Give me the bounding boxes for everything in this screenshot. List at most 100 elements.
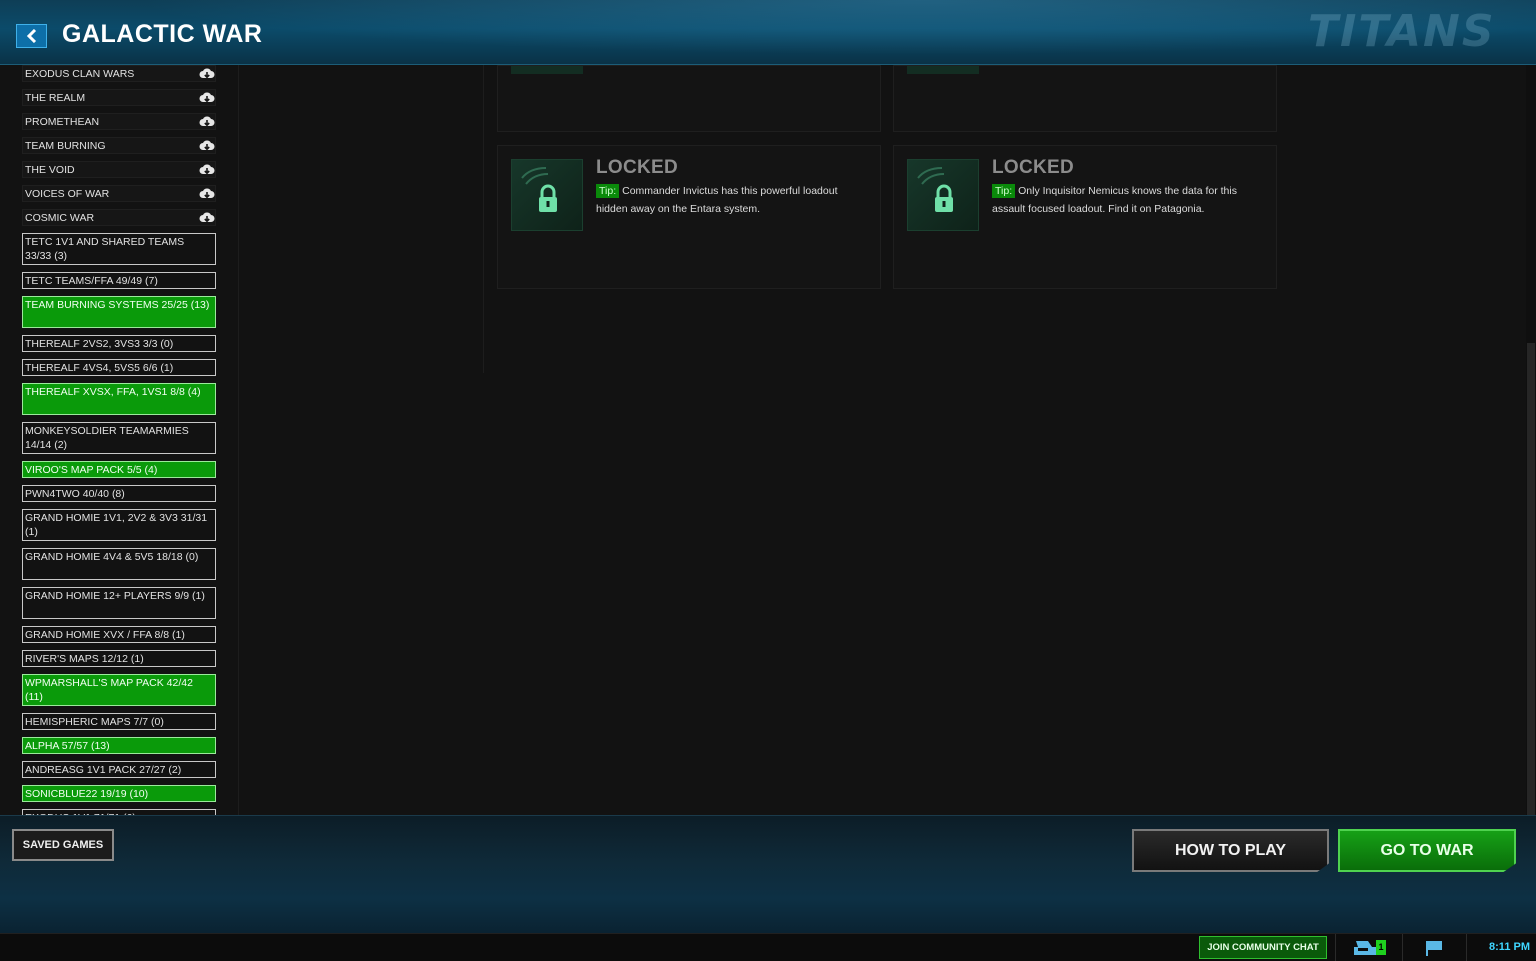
notification-count-badge: 1 [1376, 940, 1386, 955]
system-list-item[interactable]: GRAND HOMIE 4V4 & 5V5 18/18 (0) [22, 548, 216, 580]
tip-tag: Tip: [596, 184, 620, 198]
system-name-label: THEREALF 2VS2, 3VS3 3/3 (0) [25, 338, 174, 350]
taskbar-divider [1335, 934, 1336, 961]
system-name-label: EXODUS CLAN WARS [25, 68, 135, 80]
cloud-download-icon [199, 67, 215, 80]
system-list-item[interactable]: GRAND HOMIE XVX / FFA 8/8 (1) [22, 626, 216, 643]
page-title: GALACTIC WAR [62, 20, 263, 48]
padlock-icon [521, 167, 557, 212]
system-list-item[interactable]: VIROO'S MAP PACK 5/5 (4) [22, 461, 216, 478]
system-list-item[interactable]: PWN4TWO 40/40 (8) [22, 485, 216, 502]
system-list-item[interactable]: MONKEYSOLDIER TEAMARMIES 14/14 (2) [22, 422, 216, 454]
system-list-item[interactable]: ALPHA 57/57 (13) [22, 737, 216, 754]
system-name-label: RIVER'S MAPS 12/12 (1) [25, 653, 144, 665]
scrollbar-thumb[interactable] [1527, 343, 1535, 815]
system-name-label: VIROO'S MAP PACK 5/5 (4) [25, 464, 158, 476]
system-list: EXODUS CLAN WARS THE REALM PROMETHEAN TEAM … [22, 65, 216, 905]
system-name-label: THE VOID [25, 164, 75, 176]
system-name-label: ALPHA 57/57 (13) [25, 740, 110, 752]
system-name-label: PROMETHEAN [25, 116, 100, 128]
system-name-label: HEMISPHERIC MAPS 7/7 (0) [25, 716, 164, 728]
system-list-item[interactable]: PROMETHEAN [22, 113, 216, 130]
system-list-item[interactable]: ANDREASG 1V1 PACK 27/27 (2) [22, 761, 216, 778]
locked-loadout-card[interactable]: LOCKED Tip: Commander Invictus has this p… [497, 145, 881, 289]
system-list-item[interactable]: WPMARSHALL'S MAP PACK 42/42 (11) [22, 674, 216, 706]
system-name-label: VOICES OF WAR [25, 188, 110, 200]
cloud-download-icon [199, 163, 215, 176]
system-list-item[interactable]: SONICBLUE22 19/19 (10) [22, 785, 216, 802]
system-name-label: GRAND HOMIE 4V4 & 5V5 18/18 (0) [25, 551, 199, 563]
system-list-item[interactable]: THEREALF 2VS2, 3VS3 3/3 (0) [22, 335, 216, 352]
tip-tag: Tip: [992, 184, 1016, 198]
system-name-label: TETC 1V1 AND SHARED TEAMS 33/33 (3) [25, 236, 185, 262]
taskbar: JOIN COMMUNITY CHAT 1 8:11 PM [0, 933, 1536, 961]
system-list-item[interactable]: GRAND HOMIE 1V1, 2V2 & 3V3 31/31 (1) [22, 509, 216, 541]
system-name-label: COSMIC WAR [25, 212, 95, 224]
taskbar-divider [1466, 934, 1467, 961]
system-list-item[interactable]: TEAM BURNING [22, 137, 216, 154]
system-name-label: GRAND HOMIE 12+ PLAYERS 9/9 (1) [25, 590, 205, 602]
system-name-label: TEAM BURNING SYSTEMS 25/25 (13) [25, 299, 210, 311]
system-list-item[interactable]: VOICES OF WAR [22, 185, 216, 202]
locked-loadout-card[interactable]: LOCKED Tip: Only Inquisitor Nemicus knows… [893, 145, 1277, 289]
loadout-title: LOCKED [596, 157, 679, 178]
cloud-download-icon [199, 187, 215, 200]
clock: 8:11 PM [1489, 941, 1530, 953]
flag-icon [1426, 941, 1442, 956]
header-bar: GALACTIC WAR TITANS [0, 0, 1536, 65]
system-name-label: TETC TEAMS/FFA 49/49 (7) [25, 275, 158, 287]
flag-button[interactable] [1424, 940, 1444, 956]
system-name-label: MONKEYSOLDIER TEAMARMIES 14/14 (2) [25, 425, 189, 451]
system-name-label: GRAND HOMIE 1V1, 2V2 & 3V3 31/31 (1) [25, 512, 208, 538]
system-list-item[interactable]: HEMISPHERIC MAPS 7/7 (0) [22, 713, 216, 730]
notifications-button[interactable]: 1 [1346, 938, 1392, 958]
system-list-item[interactable]: THE VOID [22, 161, 216, 178]
loadout-card-partial[interactable] [497, 65, 881, 132]
center-column [239, 65, 484, 373]
system-name-label: SONICBLUE22 19/19 (10) [25, 788, 149, 800]
system-list-item[interactable]: RIVER'S MAPS 12/12 (1) [22, 650, 216, 667]
system-list-item[interactable]: EXODUS CLAN WARS [22, 65, 216, 82]
system-list-item[interactable]: COSMIC WAR [22, 209, 216, 226]
system-name-label: ANDREASG 1V1 PACK 27/27 (2) [25, 764, 182, 776]
cloud-download-icon [199, 211, 215, 224]
system-list-item[interactable]: THE REALM [22, 89, 216, 106]
loadout-area: LOCKED Tip: Commander Invictus has this p… [484, 65, 1526, 815]
taskbar-divider [1402, 934, 1403, 961]
system-name-label: THEREALF 4VS4, 5VS5 6/6 (1) [25, 362, 174, 374]
scrollbar[interactable] [1526, 65, 1536, 815]
chevron-left-icon [26, 29, 36, 43]
cloud-download-icon [199, 115, 215, 128]
system-name-label: THE REALM [25, 92, 86, 104]
system-list-item[interactable]: TETC TEAMS/FFA 49/49 (7) [22, 272, 216, 289]
loadout-card-partial[interactable] [893, 65, 1277, 132]
system-list-item[interactable]: THEREALF 4VS4, 5VS5 6/6 (1) [22, 359, 216, 376]
tip-text: Commander Invictus has this powerful loa… [596, 185, 838, 215]
join-community-chat-button[interactable]: JOIN COMMUNITY CHAT [1199, 936, 1327, 959]
loadout-tip: Tip: Only Inquisitor Nemicus knows the da… [992, 183, 1254, 218]
system-name-label: GRAND HOMIE XVX / FFA 8/8 (1) [25, 629, 185, 641]
system-name-label: TEAM BURNING [25, 140, 106, 152]
go-to-war-button[interactable]: GO TO WAR [1338, 829, 1516, 872]
system-list-panel: EXODUS CLAN WARS THE REALM PROMETHEAN TEAM … [0, 65, 239, 898]
how-to-play-button[interactable]: HOW TO PLAY [1132, 829, 1329, 872]
back-button[interactable] [16, 24, 47, 48]
system-name-label: THEREALF XVSX, FFA, 1VS1 8/8 (4) [25, 386, 201, 398]
system-list-item[interactable]: THEREALF XVSX, FFA, 1VS1 8/8 (4) [22, 383, 216, 415]
system-name-label: WPMARSHALL'S MAP PACK 42/42 (11) [25, 677, 193, 703]
padlock-icon [917, 167, 953, 212]
system-name-label: PWN4TWO 40/40 (8) [25, 488, 125, 500]
tip-text: Only Inquisitor Nemicus knows the data f… [992, 185, 1237, 215]
loadout-thumbnail [511, 66, 583, 74]
saved-games-button[interactable]: SAVED GAMES [12, 829, 114, 861]
loadout-thumbnail [907, 159, 979, 231]
loadout-title: LOCKED [992, 157, 1075, 178]
titans-logo: TITANS [1308, 6, 1496, 57]
system-list-item[interactable]: TETC 1V1 AND SHARED TEAMS 33/33 (3) [22, 233, 216, 265]
cloud-download-icon [199, 139, 215, 152]
footer-bar: SAVED GAMES HOW TO PLAY GO TO WAR [0, 815, 1536, 934]
system-list-item[interactable]: TEAM BURNING SYSTEMS 25/25 (13) [22, 296, 216, 328]
system-list-item[interactable]: GRAND HOMIE 12+ PLAYERS 9/9 (1) [22, 587, 216, 619]
loadout-thumbnail [511, 159, 583, 231]
loadout-thumbnail [907, 66, 979, 74]
